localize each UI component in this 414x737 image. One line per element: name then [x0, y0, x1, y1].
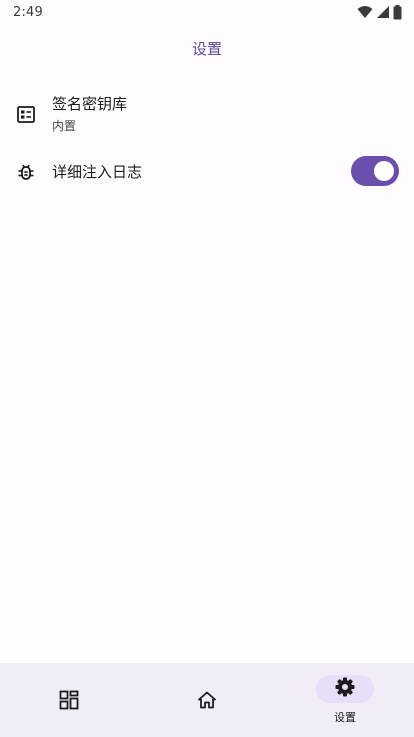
nav-active-indicator [316, 675, 374, 703]
nav-settings-label: 设置 [334, 711, 356, 724]
setting-verbose-logging-text: 详细注入日志 [52, 162, 398, 182]
setting-signing-keystore[interactable]: 签名密钥库 内置 [0, 86, 414, 142]
verbose-logging-toggle[interactable] [351, 156, 399, 186]
toggle-thumb [374, 161, 394, 181]
setting-signing-keystore-text: 签名密钥库 内置 [52, 94, 398, 135]
setting-verbose-logging-title: 详细注入日志 [52, 163, 143, 181]
wifi-icon [357, 5, 373, 19]
nav-item-modules[interactable] [0, 663, 138, 737]
cellular-icon [376, 5, 390, 19]
modules-icon [40, 686, 98, 714]
status-icons [357, 4, 402, 20]
bottom-navigation: 设置 [0, 663, 414, 737]
status-time: 2:49 [13, 4, 43, 20]
nav-item-settings[interactable]: 设置 [276, 663, 414, 737]
nav-item-home[interactable] [138, 663, 276, 737]
keystore-icon [16, 104, 36, 124]
gear-icon [335, 677, 355, 701]
home-icon [178, 686, 236, 714]
status-bar: 2:49 [0, 0, 414, 24]
bug-icon [16, 162, 36, 182]
battery-icon [393, 4, 402, 20]
setting-signing-keystore-title: 签名密钥库 [52, 94, 128, 113]
setting-signing-keystore-value: 内置 [52, 118, 77, 133]
page-title: 设置 [191, 40, 222, 58]
